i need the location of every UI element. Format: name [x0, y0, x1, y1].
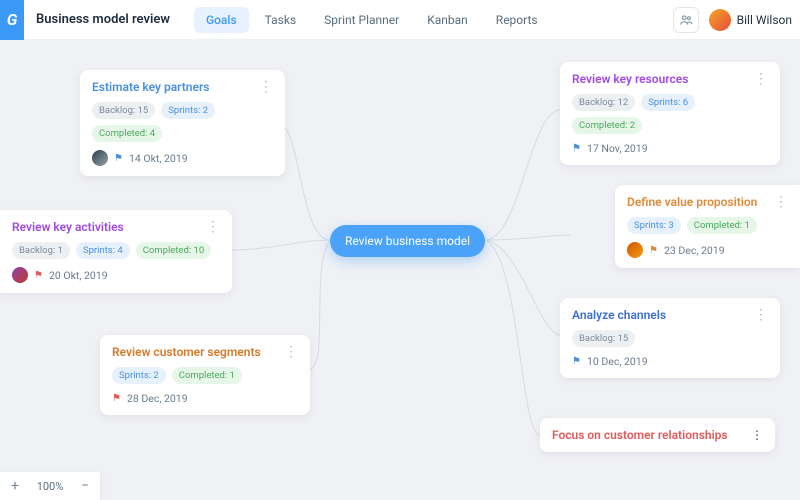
more-icon[interactable]: ⋮: [754, 74, 768, 84]
card-title: Review key resources: [572, 72, 688, 86]
badge-backlog: Backlog: 15: [572, 330, 635, 347]
badge-completed: Completed: 2: [572, 117, 642, 134]
center-node[interactable]: Review business model: [330, 225, 485, 257]
card-title: Define value proposition: [627, 195, 757, 209]
avatar: [709, 9, 731, 31]
flag-icon: ⚑: [649, 245, 658, 256]
badge-backlog: Backlog: 15: [92, 102, 155, 119]
mindmap-canvas[interactable]: Review business model Estimate key partn…: [0, 40, 800, 500]
zoom-control: + 100% −: [0, 472, 100, 500]
more-icon[interactable]: ⋮: [774, 197, 788, 207]
page-title: Business model review: [36, 12, 170, 27]
card-analyze-channels[interactable]: Analyze channels ⋮ Backlog: 15 ⚑ 10 Dec,…: [560, 298, 780, 378]
more-icon[interactable]: ⋮: [284, 347, 298, 357]
badge-completed: Completed: 10: [136, 242, 211, 259]
card-key-activities[interactable]: Review key activities ⋮ Backlog: 1 Sprin…: [0, 210, 232, 293]
more-icon[interactable]: ⋮: [754, 310, 768, 320]
card-date: 28 Dec, 2019: [127, 392, 188, 405]
tab-goals[interactable]: Goals: [194, 7, 249, 33]
badge-sprints: Sprints: 4: [76, 242, 130, 259]
tab-kanban[interactable]: Kanban: [415, 7, 480, 33]
tabs: Goals Tasks Sprint Planner Kanban Report…: [194, 7, 550, 33]
user-menu[interactable]: Bill Wilson: [709, 9, 792, 31]
flag-icon: ⚑: [114, 153, 123, 164]
assignee-avatar: [627, 242, 643, 258]
card-date: 17 Nov, 2019: [587, 142, 648, 155]
assignee-avatar: [12, 267, 28, 283]
zoom-out-button[interactable]: −: [70, 472, 100, 500]
badge-sprints: Sprints: 2: [112, 367, 166, 384]
team-icon[interactable]: [673, 7, 699, 33]
card-value-proposition[interactable]: Define value proposition ⋮ Sprints: 3 Co…: [615, 185, 800, 268]
card-customer-segments[interactable]: Review customer segments ⋮ Sprints: 2 Co…: [100, 335, 310, 415]
badge-completed: Completed: 4: [92, 125, 162, 142]
card-date: 14 Okt, 2019: [129, 152, 188, 165]
flag-icon: ⚑: [572, 356, 581, 367]
tab-sprint-planner[interactable]: Sprint Planner: [312, 7, 411, 33]
tab-reports[interactable]: Reports: [484, 7, 550, 33]
app-logo[interactable]: G: [0, 0, 24, 40]
center-node-label: Review business model: [345, 234, 470, 248]
tab-tasks[interactable]: Tasks: [253, 7, 309, 33]
zoom-level: 100%: [30, 480, 70, 493]
more-icon[interactable]: ⋮: [259, 82, 273, 92]
card-title: Focus on customer relationships: [552, 428, 728, 442]
more-icon[interactable]: ⋮: [206, 222, 220, 232]
card-title: Review key activities: [12, 220, 124, 234]
badge-sprints: Sprints: 6: [641, 94, 695, 111]
badge-backlog: Backlog: 12: [572, 94, 635, 111]
card-title: Analyze channels: [572, 308, 666, 322]
badge-completed: Completed: 1: [172, 367, 242, 384]
assignee-avatar: [92, 150, 108, 166]
flag-icon: ⚑: [34, 270, 43, 281]
topbar: G Business model review Goals Tasks Spri…: [0, 0, 800, 40]
badge-backlog: Backlog: 1: [12, 242, 70, 259]
card-date: 20 Okt, 2019: [49, 269, 108, 282]
card-key-resources[interactable]: Review key resources ⋮ Backlog: 12 Sprin…: [560, 62, 780, 165]
card-date: 23 Dec, 2019: [664, 244, 725, 257]
badge-sprints: Sprints: 2: [161, 102, 215, 119]
badge-completed: Completed: 1: [687, 217, 757, 234]
card-title: Estimate key partners: [92, 80, 209, 94]
more-icon[interactable]: ⋮: [751, 428, 763, 442]
flag-icon: ⚑: [572, 143, 581, 154]
card-title: Review customer segments: [112, 345, 261, 359]
zoom-in-button[interactable]: +: [0, 472, 30, 500]
card-date: 10 Dec, 2019: [587, 355, 648, 368]
card-estimate-partners[interactable]: Estimate key partners ⋮ Backlog: 15 Spri…: [80, 70, 285, 176]
user-name: Bill Wilson: [737, 13, 792, 27]
card-customer-relationships[interactable]: Focus on customer relationships ⋮: [540, 418, 775, 452]
badge-sprints: Sprints: 3: [627, 217, 681, 234]
flag-icon: ⚑: [112, 393, 121, 404]
